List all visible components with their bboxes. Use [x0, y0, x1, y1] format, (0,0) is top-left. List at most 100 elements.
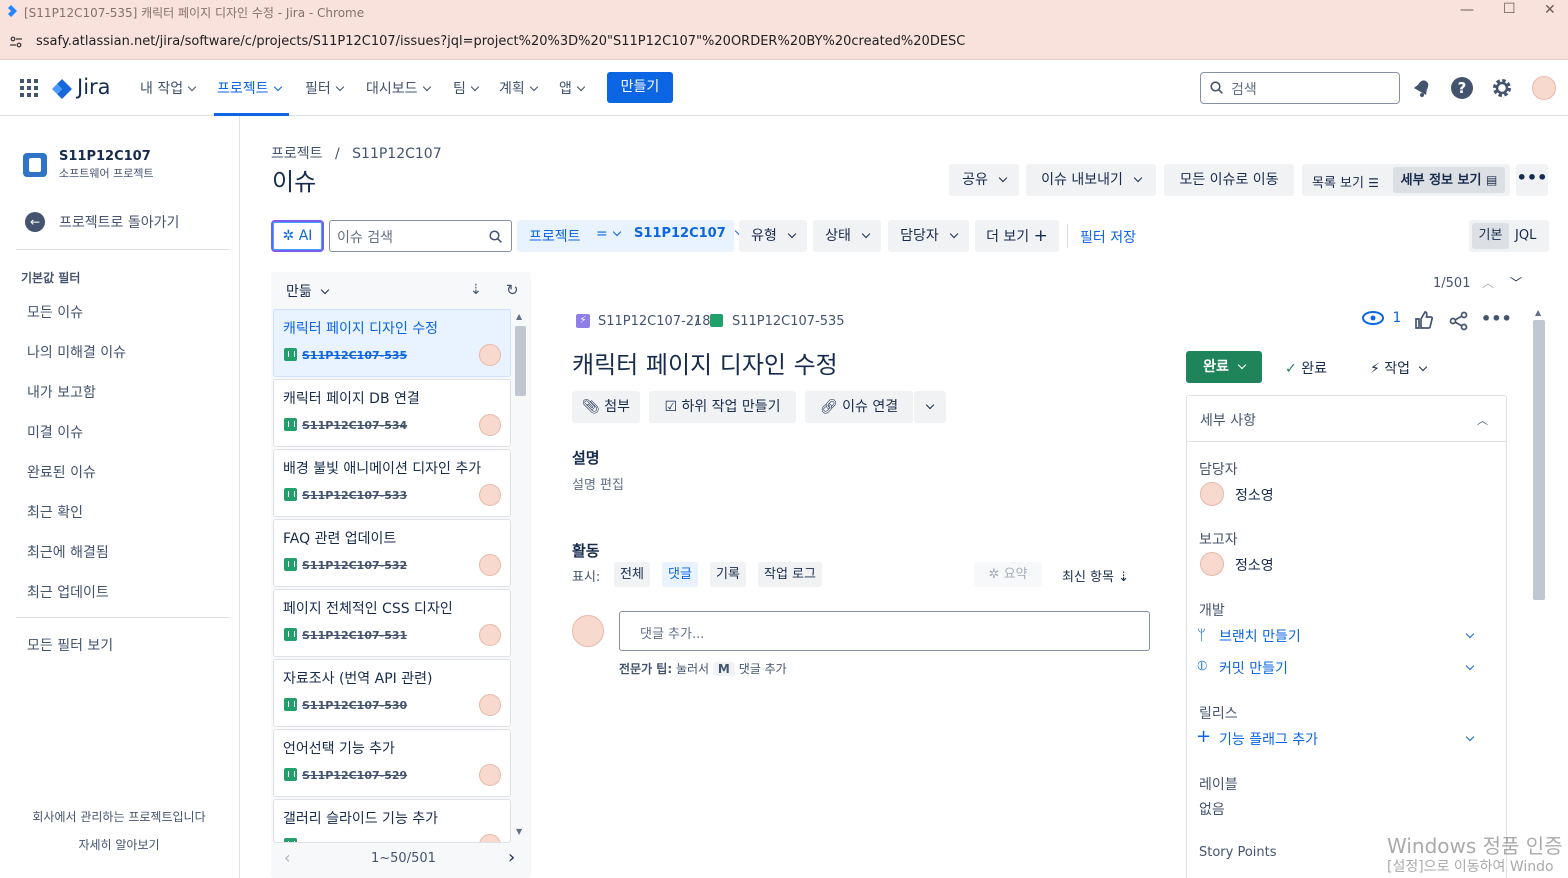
chevron-up-icon[interactable]: ︿ [1477, 412, 1488, 428]
attach-button[interactable]: 📎︎ 첨부 [572, 391, 640, 423]
sidebar-filter-all[interactable]: 모든 이슈 [27, 302, 83, 322]
project-name[interactable]: S11P12C107 [59, 149, 151, 164]
assignee-filter-button[interactable]: 담당자 [888, 220, 969, 252]
issue-key[interactable]: S11P12C107-535 [732, 314, 845, 329]
list-scrollbar-thumb[interactable] [515, 326, 526, 396]
prev-page-icon[interactable]: ‹ [284, 848, 290, 867]
go-to-all-issues-button[interactable]: 모든 이슈로 이동 [1164, 164, 1294, 196]
save-filter-link[interactable]: 필터 저장 [1080, 227, 1136, 247]
project-filter-operator[interactable]: = [596, 226, 621, 242]
issue-card[interactable]: 캐릭터 페이지 DB 연결 S11P12C107-534 [273, 379, 511, 447]
detail-view-button[interactable]: 세부 정보 보기 ▤ [1393, 167, 1505, 193]
url-text[interactable]: ssafy.atlassian.net/jira/software/c/proj… [36, 34, 965, 49]
detail-scrollbar-thumb[interactable] [1533, 320, 1545, 600]
jira-logo-text[interactable]: Jira [77, 75, 111, 99]
sidebar-filter-open[interactable]: 미결 이슈 [27, 422, 83, 442]
nav-teams[interactable]: 팀 [453, 78, 480, 98]
more-actions-button[interactable]: ••• [1516, 164, 1548, 196]
details-header[interactable]: 세부 사항 ︿ [1187, 396, 1506, 442]
like-icon[interactable] [1414, 310, 1434, 334]
parent-issue-key[interactable]: S11P12C107-218 [598, 314, 711, 329]
status-filter-button[interactable]: 상태 [813, 220, 881, 252]
project-filter-value[interactable]: S11P12C107 [634, 226, 743, 241]
issue-card[interactable]: 캐릭터 페이지 디자인 수정 S11P12C107-535 [273, 309, 511, 377]
global-search-input[interactable]: 검색 [1200, 72, 1400, 104]
activity-comments-button[interactable]: 댓글 [662, 562, 698, 587]
activity-worklog-button[interactable]: 작업 로그 [758, 562, 822, 587]
nav-plans[interactable]: 계획 [499, 78, 539, 98]
link-issue-button[interactable]: 🔗︎ 이슈 연결 [805, 391, 913, 423]
add-feature-flag-link[interactable]: 기능 플래그 추가 [1219, 729, 1318, 749]
sidebar-filter-viewed[interactable]: 최근 확인 [27, 502, 83, 522]
assignee-value[interactable]: 정소영 [1235, 485, 1274, 505]
edit-description-link[interactable]: 설명 편집 [572, 474, 624, 493]
create-button[interactable]: 만들기 [607, 72, 673, 103]
actions-dropdown-button[interactable]: ⚡︎ 작업 [1370, 358, 1428, 378]
create-subtask-button[interactable]: ☑ 하위 작업 만들기 [649, 391, 796, 423]
sidebar-filter-updated[interactable]: 최근 업데이트 [27, 582, 109, 602]
issue-search-input[interactable]: 이슈 검색 [329, 220, 512, 252]
activity-all-button[interactable]: 전체 [614, 562, 650, 587]
issue-title[interactable]: 캐릭터 페이지 디자인 수정 [572, 345, 838, 380]
project-avatar-icon[interactable] [23, 153, 47, 177]
type-filter-button[interactable]: 유형 [739, 220, 807, 252]
more-filters-button[interactable]: 더 보기 + [975, 220, 1059, 252]
create-branch-link[interactable]: 브랜치 만들기 [1219, 626, 1301, 646]
address-bar[interactable]: ssafy.atlassian.net/jira/software/c/proj… [0, 24, 1568, 60]
ai-search-button[interactable]: ✲ AI [271, 220, 324, 252]
refresh-icon[interactable]: ↻ [506, 281, 519, 299]
sidebar-filter-my-open[interactable]: 나의 미해결 이슈 [27, 342, 126, 362]
chevron-down-icon[interactable] [1465, 628, 1475, 644]
site-info-icon[interactable] [10, 36, 22, 48]
jql-mode-button[interactable]: JQL [1515, 228, 1536, 243]
labels-value[interactable]: 없음 [1199, 799, 1225, 819]
nav-my-work[interactable]: 내 작업 [140, 78, 197, 98]
comment-input[interactable]: 댓글 추가... [619, 611, 1150, 651]
learn-more-link[interactable]: 자세히 알아보기 [0, 836, 238, 853]
previous-issue-icon[interactable]: ︿ [1482, 274, 1494, 291]
sidebar-filter-reported[interactable]: 내가 보고함 [27, 382, 96, 402]
minimize-icon[interactable]: — [1460, 2, 1474, 18]
create-commit-link[interactable]: 커밋 만들기 [1219, 658, 1288, 678]
activity-history-button[interactable]: 기록 [710, 562, 746, 587]
notifications-icon[interactable] [1413, 78, 1431, 102]
settings-icon[interactable] [1491, 77, 1513, 103]
user-avatar[interactable] [1532, 76, 1556, 100]
summarize-button[interactable]: ✲ 요약 [974, 562, 1042, 587]
breadcrumb-projects[interactable]: 프로젝트 [271, 146, 323, 162]
back-to-project-link[interactable]: 프로젝트로 돌아가기 [59, 212, 179, 232]
basic-mode-button[interactable]: 기본 [1472, 223, 1509, 249]
share-button[interactable]: 공유 [949, 164, 1019, 196]
detail-scroll-up-icon[interactable]: ▲ [1535, 308, 1541, 317]
help-icon[interactable]: ? [1451, 77, 1473, 99]
chevron-down-icon[interactable] [1465, 660, 1475, 676]
issue-card[interactable]: 페이지 전체적인 CSS 디자인 S11P12C107-531 [273, 589, 511, 657]
more-options-icon[interactable]: ••• [1481, 309, 1512, 328]
chevron-down-icon[interactable] [1465, 731, 1475, 747]
issue-card[interactable]: 갤러리 슬라이드 기능 추가 [273, 799, 511, 843]
issue-card[interactable]: FAQ 관련 업데이트 S11P12C107-532 [273, 519, 511, 587]
maximize-icon[interactable]: ☐ [1503, 1, 1516, 17]
sort-order-icon[interactable]: ⇣ [470, 282, 482, 298]
watch-button[interactable]: 1 [1362, 310, 1401, 326]
close-icon[interactable]: ✕ [1544, 2, 1556, 18]
nav-dashboards[interactable]: 대시보드 [366, 78, 431, 98]
more-apps-dropdown[interactable] [914, 391, 946, 423]
scroll-down-arrow-icon[interactable]: ▼ [516, 827, 522, 836]
issue-card[interactable]: 자료조사 (번역 API 관련) S11P12C107-530 [273, 659, 511, 727]
app-switcher-icon[interactable] [20, 79, 38, 101]
issue-card[interactable]: 배경 불빛 애니메이션 디자인 추가 S11P12C107-533 [273, 449, 511, 517]
status-dropdown-button[interactable]: 완료 [1186, 351, 1262, 383]
nav-projects[interactable]: 프로젝트 [217, 78, 282, 98]
view-all-filters-link[interactable]: 모든 필터 보기 [27, 635, 113, 655]
sort-by-created-button[interactable]: 만듦 [286, 281, 330, 301]
nav-apps[interactable]: 앱 [559, 78, 586, 98]
issue-card[interactable]: 언어선택 기능 추가 S11P12C107-529 [273, 729, 511, 797]
share-icon[interactable] [1449, 311, 1469, 335]
reporter-value[interactable]: 정소영 [1235, 555, 1274, 575]
scroll-up-arrow-icon[interactable]: ▲ [516, 312, 522, 321]
project-filter-chip[interactable]: 프로젝트 = S11P12C107 [517, 220, 743, 252]
nav-filters[interactable]: 필터 [305, 78, 345, 98]
sidebar-filter-resolved[interactable]: 최근에 해결됨 [27, 542, 109, 562]
next-issue-icon[interactable]: ﹀ [1510, 274, 1522, 291]
